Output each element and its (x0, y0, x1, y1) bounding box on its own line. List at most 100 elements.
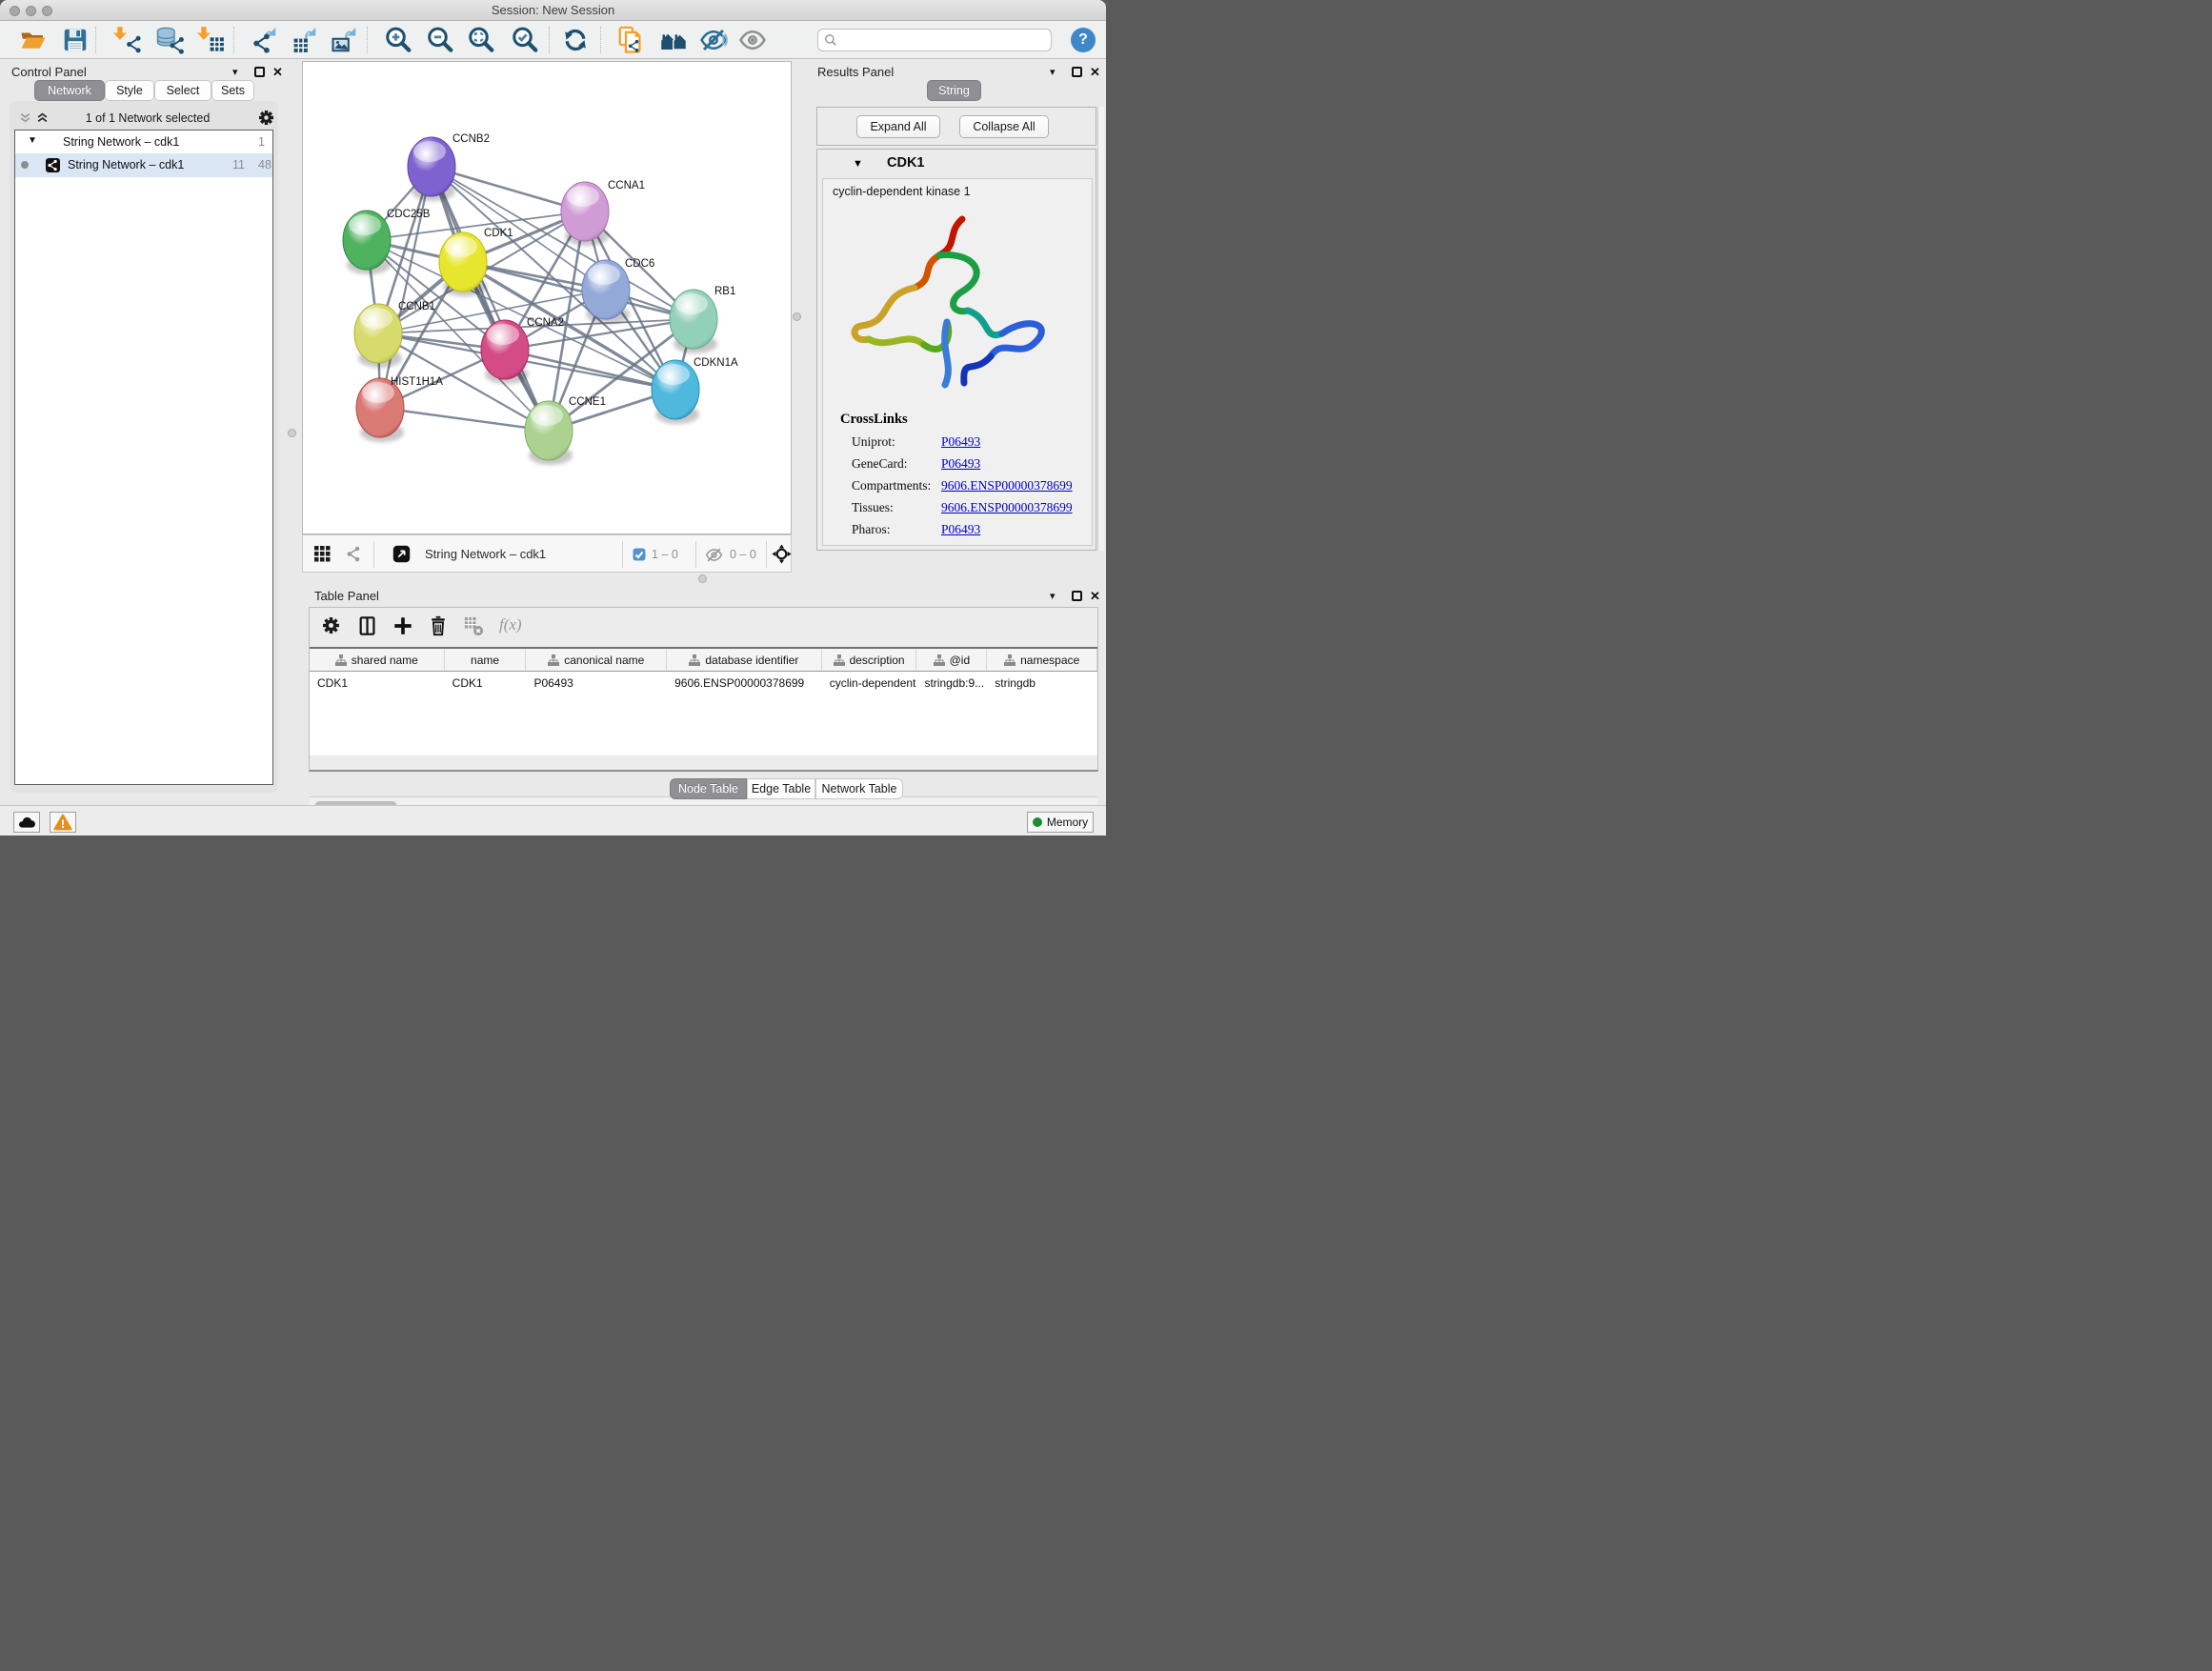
crosslink-link[interactable]: P06493 (941, 522, 980, 537)
table-settings-gear-icon[interactable] (321, 615, 344, 638)
table-row[interactable]: CDK1CDK1P064939606.ENSP00000378699cyclin… (310, 672, 1097, 695)
search-box[interactable] (817, 29, 1052, 51)
warnings-button[interactable] (50, 812, 76, 833)
column-header-name[interactable]: name (445, 649, 527, 671)
collapse-all-button[interactable]: Collapse All (959, 115, 1049, 138)
cell[interactable]: stringdb:9... (916, 672, 987, 695)
results-panel-float-icon[interactable] (1072, 67, 1082, 77)
edge-CCNB2-CCNE1[interactable] (432, 167, 549, 431)
edge-CCNB2-HIST1H1A[interactable] (380, 167, 432, 408)
search-input[interactable] (841, 32, 1045, 48)
tab-network[interactable]: Network (34, 80, 105, 101)
node-label-HIST1H1A: HIST1H1A (391, 376, 443, 388)
toolbar-separator (549, 27, 550, 53)
toolbar-separator (367, 27, 368, 53)
node-CCNA1[interactable]: CCNA1 (561, 180, 645, 246)
node-HIST1H1A[interactable]: HIST1H1A (356, 376, 443, 442)
network-row-selected[interactable]: String Network – cdk1 11 48 (15, 153, 272, 177)
hide-eye-icon[interactable] (699, 26, 728, 54)
gene-caret-icon[interactable]: ▼ (853, 158, 863, 170)
node-CCNB2[interactable]: CCNB2 (408, 133, 490, 201)
cell[interactable]: 9606.ENSP00000378699 (667, 672, 822, 695)
node-RB1[interactable]: RB1 (670, 286, 735, 353)
zoom-out-icon[interactable] (426, 26, 454, 54)
hidden-eye-icon[interactable] (705, 546, 723, 564)
table-header-row[interactable]: shared namenamecanonical namedatabase id… (310, 649, 1097, 672)
grid-view-icon[interactable] (314, 546, 331, 562)
node-CCNE1[interactable]: CCNE1 (525, 396, 606, 465)
network-share-icon[interactable] (345, 545, 363, 563)
gear-icon[interactable] (257, 109, 275, 127)
selected-nodes-checkbox[interactable] (633, 548, 646, 561)
cell[interactable]: CDK1 (445, 672, 527, 695)
splitter-handle[interactable] (698, 574, 707, 583)
column-header-description[interactable]: description (822, 649, 917, 671)
column-header-canonical-name[interactable]: canonical name (526, 649, 667, 671)
collapse-all-icon[interactable] (19, 111, 31, 124)
zoom-in-icon[interactable] (384, 26, 412, 54)
results-scrollbar[interactable] (1097, 107, 1104, 551)
open-session-icon[interactable] (19, 26, 48, 54)
import-table-icon[interactable] (197, 26, 226, 54)
export-network-icon[interactable] (251, 26, 279, 54)
tab-sets[interactable]: Sets (211, 80, 254, 101)
edge-HIST1H1A-CCNE1[interactable] (380, 408, 549, 431)
save-session-icon[interactable] (61, 26, 90, 54)
tab-network-table[interactable]: Network Table (815, 778, 903, 799)
tab-string[interactable]: String (927, 80, 981, 101)
crosshair-icon[interactable] (772, 544, 792, 564)
help-button[interactable]: ? (1071, 28, 1096, 52)
crosslink-link[interactable]: P06493 (941, 456, 980, 472)
table-panel-caret-icon[interactable]: ▾ (1050, 590, 1056, 602)
table-panel-float-icon[interactable] (1072, 591, 1082, 601)
edge-CCNA2-CDKN1A[interactable] (505, 350, 675, 390)
tab-edge-table[interactable]: Edge Table (747, 778, 815, 799)
delete-table-icon[interactable] (463, 615, 486, 638)
show-columns-icon[interactable] (357, 615, 380, 638)
zoom-selected-icon[interactable] (511, 26, 539, 54)
control-panel-caret-icon[interactable]: ▾ (232, 66, 238, 78)
tree-caret-icon[interactable]: ▼ (28, 135, 37, 146)
add-column-icon[interactable] (392, 615, 415, 638)
crosslink-link[interactable]: 9606.ENSP00000378699 (941, 478, 1073, 493)
expand-all-icon[interactable] (36, 111, 49, 124)
delete-column-icon[interactable] (428, 615, 451, 638)
eye-icon[interactable] (738, 26, 767, 54)
string-import-icon[interactable] (616, 26, 645, 54)
home-icon[interactable] (660, 26, 689, 54)
column-header-namespace[interactable]: namespace (987, 649, 1097, 671)
tab-select[interactable]: Select (154, 80, 211, 101)
birdseye-view-icon[interactable] (392, 545, 411, 563)
crosslink-link[interactable]: P06493 (941, 434, 980, 450)
network-collection-row[interactable]: ▼ String Network – cdk1 1 (15, 131, 272, 153)
cloud-button[interactable] (13, 812, 40, 833)
results-panel-close-icon[interactable]: ✕ (1090, 67, 1100, 77)
refresh-layout-icon[interactable] (561, 26, 590, 54)
function-builder-icon[interactable]: f(x) (499, 615, 522, 638)
import-network-database-icon[interactable] (155, 26, 184, 54)
export-table-icon[interactable] (291, 26, 319, 54)
network-canvas[interactable]: CCNB2CCNA1CDC25BCDK1CDC6RB1CCNB1CCNA2CDK… (302, 61, 792, 534)
expand-all-button[interactable]: Expand All (856, 115, 940, 138)
column-header-@id[interactable]: @id (916, 649, 987, 671)
zoom-fit-icon[interactable] (467, 26, 495, 54)
cell[interactable]: stringdb (987, 672, 1097, 695)
results-panel-caret-icon[interactable]: ▾ (1050, 66, 1056, 78)
cell[interactable]: cyclin-dependent ... (822, 672, 917, 695)
node-CDKN1A[interactable]: CDKN1A (652, 357, 738, 424)
export-image-icon[interactable] (331, 26, 359, 54)
tab-style[interactable]: Style (105, 80, 154, 101)
cell[interactable]: P06493 (526, 672, 667, 695)
control-panel-float-icon[interactable] (254, 67, 265, 77)
tab-node-table[interactable]: Node Table (670, 778, 747, 799)
import-network-file-icon[interactable] (113, 26, 142, 54)
column-header-database-identifier[interactable]: database identifier (667, 649, 822, 671)
cell[interactable]: CDK1 (310, 672, 445, 695)
crosslink-link[interactable]: 9606.ENSP00000378699 (941, 500, 1073, 515)
table-panel-close-icon[interactable]: ✕ (1090, 591, 1100, 601)
splitter-handle[interactable] (288, 429, 296, 437)
splitter-handle[interactable] (793, 312, 801, 321)
control-panel-close-icon[interactable]: ✕ (272, 67, 283, 77)
column-header-shared-name[interactable]: shared name (310, 649, 445, 671)
memory-button[interactable]: Memory (1027, 812, 1094, 833)
